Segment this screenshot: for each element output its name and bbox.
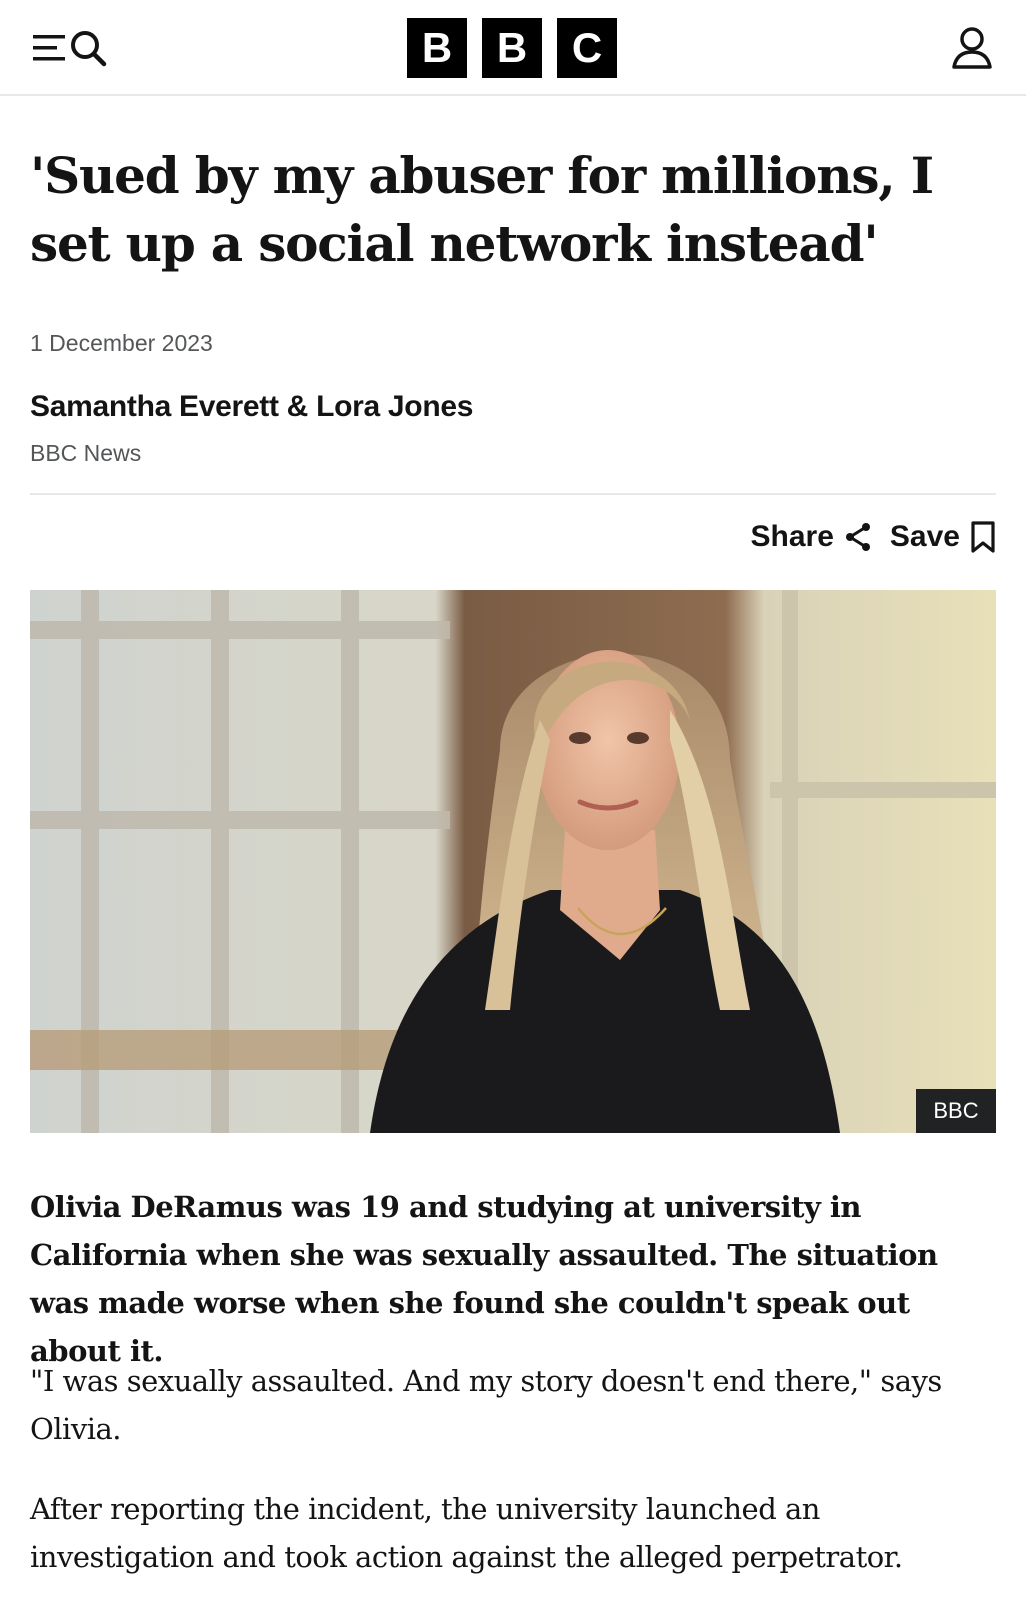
menu-icon[interactable] [32, 31, 66, 65]
article-paragraph-2: After reporting the incident, the univer… [30, 1492, 903, 1574]
account-icon[interactable] [950, 26, 994, 70]
byline-authors: Samantha Everett & Lora Jones [30, 390, 474, 423]
bookmark-icon [971, 521, 995, 553]
save-label: Save [889, 520, 960, 553]
share-button[interactable]: Share [751, 520, 872, 554]
logo-letter-b2: B [482, 18, 542, 78]
share-icon [845, 523, 870, 551]
bbc-logo[interactable]: B B C [407, 18, 617, 78]
article-hero-image: BBC [30, 590, 996, 1133]
save-button[interactable]: Save [890, 520, 996, 554]
article-actions: Share Save [751, 520, 996, 554]
article-lede: Olivia DeRamus was 19 and studying at un… [30, 1190, 938, 1368]
byline-organisation: BBC News [30, 440, 142, 466]
publish-date: 1 December 2023 [30, 330, 213, 356]
byline-divider [30, 493, 996, 495]
top-navigation-bar: B B C [0, 0, 1026, 96]
menu-and-search-button[interactable] [32, 28, 114, 68]
share-label: Share [750, 520, 834, 553]
search-icon[interactable] [68, 28, 108, 68]
article-headline: 'Sued by my abuser for millions, I set u… [30, 146, 934, 273]
logo-letter-c: C [557, 18, 617, 78]
article-paragraph-1: "I was sexually assaulted. And my story … [30, 1364, 942, 1446]
logo-letter-b1: B [407, 18, 467, 78]
image-credit: BBC [916, 1089, 996, 1133]
portrait-photo [30, 590, 996, 1133]
